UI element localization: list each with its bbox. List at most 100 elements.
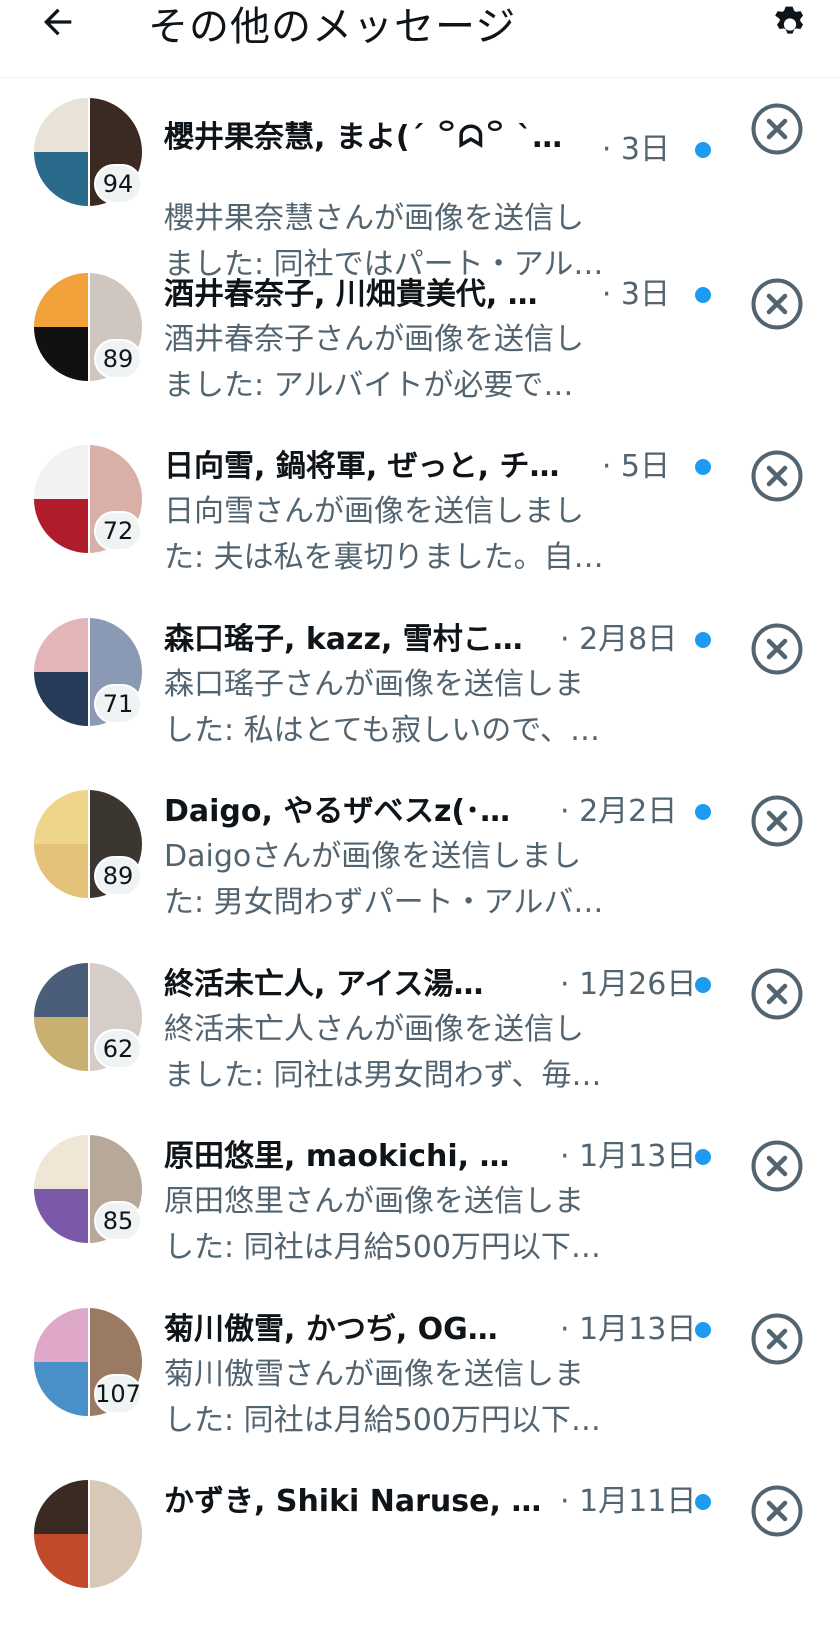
preview-line: 日向雪さんが画像を送信しまし	[164, 494, 584, 529]
back-button[interactable]	[36, 2, 80, 42]
preview-line: した: 同社は月給500万円以下…	[164, 1402, 601, 1438]
member-avatar	[34, 1189, 88, 1243]
member-avatar	[90, 1480, 142, 1588]
top-app-bar: その他のメッセージ	[0, 0, 840, 78]
conversation-item[interactable]: 89 Daigo, やるザベスz(･… · 2月2日 Daigoさんが画像を送信…	[0, 768, 840, 941]
conversation-item[interactable]: 107 菊川傲雪, かつぢ, OG… · 1月13日 菊川傲雪さんが画像を送信し…	[0, 1286, 840, 1459]
conversation-names: 森口瑤子, kazz, 雪村こ…	[164, 621, 523, 657]
member-avatar	[34, 499, 88, 553]
unread-indicator	[695, 1149, 711, 1165]
preview-line: 櫻井果奈慧さんが画像を送信し	[164, 201, 584, 236]
message-preview: 原田悠里さんが画像を送信しま した: 同社は月給500万円以下…	[164, 1179, 654, 1271]
conversation-time: · 3日	[601, 132, 670, 167]
member-count-badge: 94	[94, 164, 142, 204]
close-circle-icon	[751, 103, 803, 155]
member-avatar	[34, 1307, 88, 1362]
unread-indicator	[695, 142, 711, 158]
conversation-names: 日向雪, 鍋将軍, ぜっと, チ…	[164, 449, 560, 484]
member-avatar	[34, 790, 88, 844]
close-circle-icon	[751, 968, 803, 1019]
close-circle-icon	[751, 795, 803, 847]
preview-line: Daigoさんが画像を送信しまし	[164, 839, 582, 874]
conversation-names: 菊川傲雪, かつぢ, OG…	[164, 1311, 498, 1347]
preview-line: た: 男女問わずパート・アルバ…	[164, 885, 604, 920]
unread-indicator	[695, 631, 711, 648]
member-avatar	[34, 1480, 88, 1534]
member-avatar	[34, 671, 88, 726]
member-avatar	[34, 844, 88, 898]
message-preview: 菊川傲雪さんが画像を送信しま した: 同社は月給500万円以下…	[164, 1352, 654, 1444]
message-preview: 酒井春奈子さんが画像を送信し ました: アルバイトが必要で…	[164, 317, 654, 409]
preview-line: た: 夫は私を裏切りました。自…	[164, 540, 604, 575]
conversation-time: · 3日	[601, 276, 670, 312]
page-title: その他のメッセージ	[148, 4, 517, 50]
dismiss-button[interactable]	[750, 794, 804, 848]
member-avatar	[34, 1534, 88, 1588]
close-circle-icon	[751, 623, 803, 674]
member-avatar	[34, 445, 88, 499]
member-avatar	[34, 1016, 88, 1071]
conversation-time: · 2月2日	[560, 794, 678, 829]
preview-line: 森口瑤子さんが画像を送信しま	[164, 666, 584, 702]
settings-button[interactable]	[766, 0, 814, 42]
conversation-names: 櫻井果奈慧, まよ(´ ꒪ᗣ꒪ `)…	[164, 120, 564, 155]
preview-line: ました: アルバイトが必要で…	[164, 367, 574, 403]
conversation-item[interactable]: 62 終活未亡人, アイス湯… · 1月26日 終活未亡人さんが画像を送信し ま…	[0, 941, 840, 1114]
member-count-badge: 89	[94, 856, 142, 896]
preview-line: ました: 同社は男女問わず、毎…	[164, 1057, 602, 1093]
message-preview: 日向雪さんが画像を送信しまし た: 夫は私を裏切りました。自…	[164, 489, 654, 581]
member-avatar	[34, 272, 88, 327]
member-count-badge: 71	[94, 683, 142, 724]
conversation-time: · 1月13日	[560, 1139, 697, 1174]
unread-indicator	[695, 459, 711, 475]
member-avatar	[34, 1135, 88, 1189]
member-avatar	[34, 326, 88, 381]
unread-indicator	[695, 1494, 711, 1510]
conversation-names: 終活未亡人, アイス湯…	[164, 966, 484, 1002]
conversation-item[interactable]: 85 原田悠里, maokichi, … · 1月13日 原田悠里さんが画像を送…	[0, 1113, 840, 1286]
conversation-names: 原田悠里, maokichi, …	[164, 1139, 510, 1174]
close-circle-icon	[751, 1140, 803, 1192]
dismiss-button[interactable]	[750, 277, 804, 331]
conversation-item[interactable]: 72 日向雪, 鍋将軍, ぜっと, チ… · 5日 日向雪さんが画像を送信しまし…	[0, 423, 840, 596]
conversation-time: · 1月13日	[560, 1311, 697, 1347]
unread-indicator	[695, 286, 711, 303]
conversation-item[interactable]: 94 櫻井果奈慧, まよ(´ ꒪ᗣ꒪ `)… · 3日 櫻井果奈慧さんが画像を送…	[0, 78, 840, 282]
conversation-time: · 1月26日	[560, 966, 697, 1002]
member-count-badge: 89	[94, 338, 142, 379]
group-avatar	[34, 1480, 142, 1588]
preview-line: 原田悠里さんが画像を送信しま	[164, 1184, 584, 1219]
message-preview: Daigoさんが画像を送信しまし た: 男女問わずパート・アルバ…	[164, 834, 654, 926]
message-preview: 森口瑤子さんが画像を送信しま した: 私はとても寂しいので、…	[164, 662, 654, 754]
close-circle-icon	[751, 450, 803, 502]
member-avatar	[34, 962, 88, 1017]
member-avatar	[34, 152, 88, 206]
dismiss-button[interactable]	[750, 622, 804, 676]
gear-icon	[775, 6, 804, 34]
conversation-time: · 5日	[601, 449, 670, 484]
member-count-badge: 72	[94, 511, 142, 551]
member-count-badge: 62	[94, 1028, 142, 1069]
unread-indicator	[695, 1321, 711, 1338]
message-preview: 終活未亡人さんが画像を送信し ました: 同社は男女問わず、毎…	[164, 1007, 654, 1099]
close-circle-icon	[751, 278, 803, 329]
close-circle-icon	[751, 1313, 803, 1364]
preview-line: 終活未亡人さんが画像を送信し	[164, 1011, 584, 1047]
dismiss-button[interactable]	[750, 1484, 804, 1538]
unread-indicator	[695, 804, 711, 820]
conversation-item[interactable]: かずき, Shiki Naruse, … · 1月11日	[0, 1458, 840, 1631]
arrow-left-icon	[44, 8, 72, 36]
dismiss-button[interactable]	[750, 449, 804, 503]
dismiss-button[interactable]	[750, 1312, 804, 1366]
dismiss-button[interactable]	[750, 967, 804, 1021]
dismiss-button[interactable]	[750, 1139, 804, 1193]
member-avatar	[34, 617, 88, 672]
dismiss-button[interactable]	[750, 102, 804, 156]
member-avatar	[34, 98, 88, 152]
preview-line: 酒井春奈子さんが画像を送信し	[164, 321, 584, 357]
preview-line: した: 私はとても寂しいので、…	[164, 712, 601, 748]
conversation-item[interactable]: 89 酒井春奈子, 川畑貴美代, … · 3日 酒井春奈子さんが画像を送信し ま…	[0, 251, 840, 424]
conversation-item[interactable]: 71 森口瑤子, kazz, 雪村こ… · 2月8日 森口瑤子さんが画像を送信し…	[0, 596, 840, 769]
member-count-badge: 107	[94, 1373, 142, 1414]
close-circle-icon	[751, 1485, 803, 1537]
